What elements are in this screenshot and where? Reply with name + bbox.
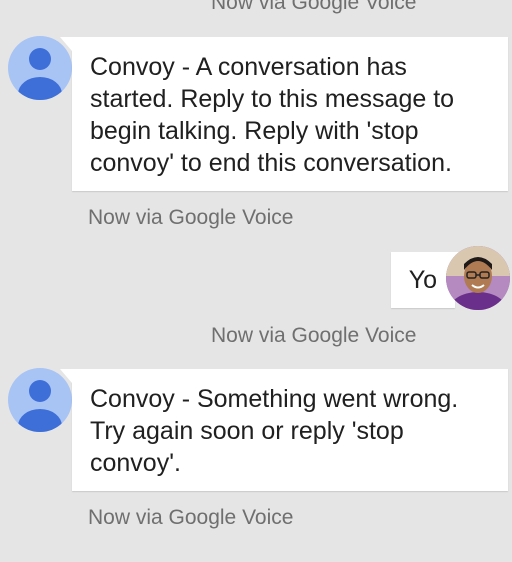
user-photo-avatar[interactable] — [446, 246, 510, 310]
user-photo-icon — [446, 246, 510, 310]
message-timestamp: Now via Google Voice — [88, 206, 294, 229]
message-text: Convoy - Something went wrong. Try again… — [90, 385, 459, 477]
message-bubble-incoming[interactable]: Convoy - A conversation has started. Rep… — [60, 37, 508, 191]
message-text: Convoy - A conversation has started. Rep… — [90, 53, 455, 177]
message-timestamp: Now via Google Voice — [211, 324, 417, 347]
message-timestamp: Now via Google Voice — [88, 506, 294, 529]
timestamp-previous: Now via Google Voice — [211, 0, 417, 14]
message-bubble-incoming[interactable]: Convoy - Something went wrong. Try again… — [60, 369, 508, 491]
message-text: Yo — [408, 266, 437, 294]
